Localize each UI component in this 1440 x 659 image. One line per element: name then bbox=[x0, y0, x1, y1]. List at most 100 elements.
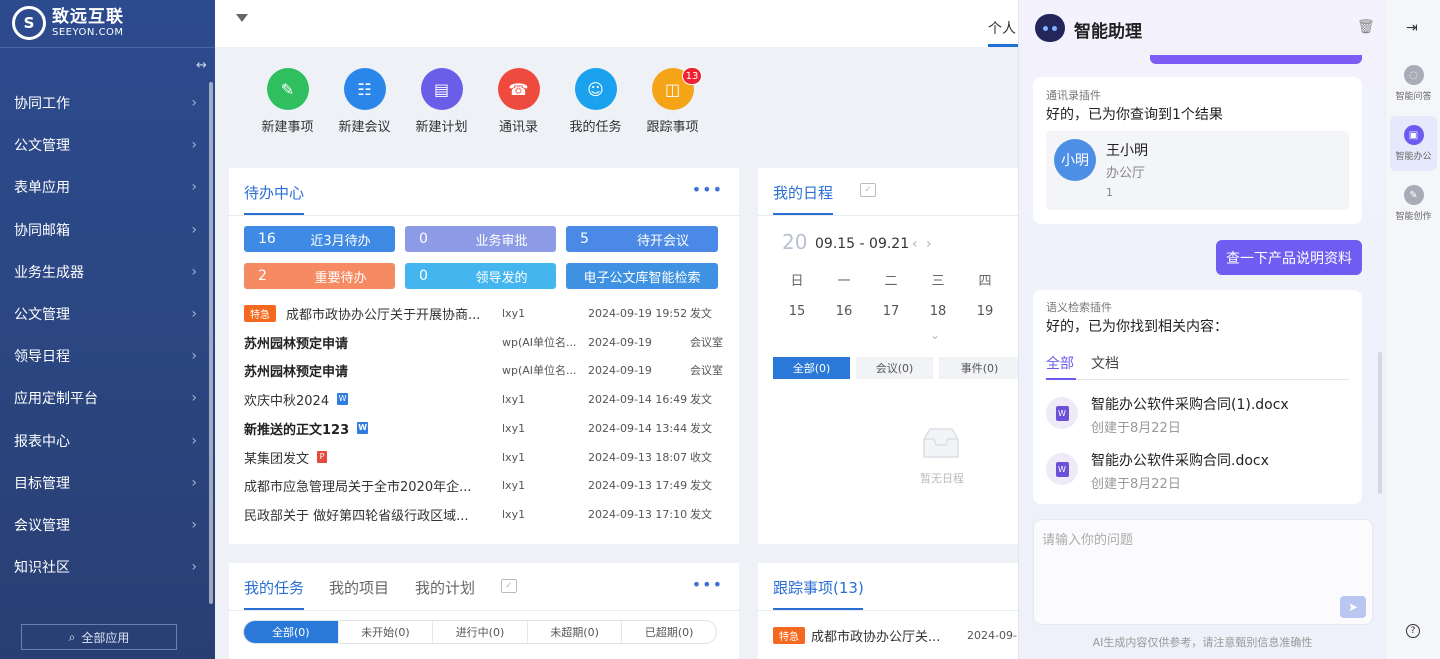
sidebar-item-forms[interactable]: 表单应用 › bbox=[0, 166, 215, 208]
mail-icon[interactable]: ✓ bbox=[860, 183, 876, 197]
document-name[interactable]: 智能办公软件采购合同(1).docx bbox=[1091, 394, 1289, 414]
row-user: lxy1 bbox=[502, 306, 526, 320]
previous-user-message bbox=[1150, 55, 1362, 64]
all-apps-button[interactable]: ⌕ 全部应用 bbox=[21, 624, 177, 650]
schedule-title[interactable]: 我的日程 bbox=[773, 182, 833, 203]
mail-icon[interactable]: ✓ bbox=[501, 579, 517, 593]
calendar-date[interactable]: 17 bbox=[876, 304, 906, 319]
quick-action-new-item[interactable]: ✎ 新建事项 bbox=[249, 68, 326, 135]
segment-not-overdue[interactable]: 未超期(0) bbox=[528, 621, 623, 643]
quick-action-contacts[interactable]: ☎ 通讯录 bbox=[480, 68, 557, 135]
tab-my-projects[interactable]: 我的项目 bbox=[329, 577, 389, 598]
sidebar-item-reports[interactable]: 报表中心 › bbox=[0, 420, 215, 462]
quick-action-label: 新建计划 bbox=[415, 120, 468, 135]
send-button[interactable]: ➤ bbox=[1340, 596, 1366, 618]
dropdown-caret-icon[interactable] bbox=[236, 14, 248, 22]
assistant-rail: ⇥ ◌ 智能问答 ▣ 智能办公 ✎ 智能创作 ? bbox=[1385, 0, 1440, 659]
tab-all[interactable]: 全部 bbox=[1046, 353, 1074, 373]
pill-label: 待开会议 bbox=[636, 233, 689, 249]
tracking-title[interactable]: 跟踪事项(13) bbox=[773, 577, 864, 598]
trash-icon[interactable]: 🗑 bbox=[1357, 19, 1375, 35]
document-name[interactable]: 智能办公软件采购合同.docx bbox=[1091, 450, 1269, 470]
table-row[interactable]: 某集团发文 P lxy1 2024-09-13 18:07 收文 bbox=[244, 443, 724, 472]
row-title: 新推送的正文123 bbox=[244, 422, 350, 438]
chevron-right-icon: › bbox=[191, 474, 197, 491]
rail-item-office[interactable]: ▣ 智能办公 bbox=[1390, 116, 1437, 171]
assistant-scrollbar[interactable] bbox=[1378, 352, 1382, 494]
rail-item-creation[interactable]: ✎ 智能创作 bbox=[1390, 176, 1437, 231]
pill-pending-meetings[interactable]: 5 待开会议 bbox=[566, 226, 718, 252]
schedule-tab-all[interactable]: 全部(0) bbox=[773, 357, 850, 379]
quick-action-new-meeting[interactable]: ☷ 新建会议 bbox=[326, 68, 403, 135]
table-row[interactable]: 新推送的正文123 W lxy1 2024-09-14 13:44 发文 bbox=[244, 414, 724, 443]
tab-personal[interactable]: 个人 bbox=[988, 18, 1016, 38]
quick-action-my-tasks[interactable]: ☺ 我的任务 bbox=[557, 68, 634, 135]
document-date: 创建于8月22日 bbox=[1091, 477, 1181, 492]
sidebar-item-label: 领导日程 bbox=[14, 349, 70, 366]
table-row[interactable]: 苏州园林预定申请 wp(AI单位名... 2024-09-19 会议室 bbox=[244, 328, 724, 357]
sidebar-item-label: 知识社区 bbox=[14, 560, 70, 577]
sidebar-item-document[interactable]: 公文管理 › bbox=[0, 124, 215, 166]
pill-count: 5 bbox=[580, 231, 589, 247]
schedule-tab-meetings[interactable]: 会议(0) bbox=[856, 357, 933, 379]
pdf-file-icon: P bbox=[317, 451, 328, 464]
empty-inbox-icon bbox=[923, 428, 959, 458]
quick-action-tracking[interactable]: ◫ 13 跟踪事项 bbox=[634, 67, 711, 135]
sidebar-item-leader-schedule[interactable]: 领导日程 › bbox=[0, 335, 215, 377]
sidebar-item-mail[interactable]: 协同邮箱 › bbox=[0, 209, 215, 251]
tab-documents[interactable]: 文档 bbox=[1091, 353, 1119, 373]
weekday-label: 四 bbox=[978, 274, 992, 289]
pill-from-leaders[interactable]: 0 领导发的 bbox=[405, 263, 556, 289]
collapse-panel-icon[interactable]: ⇥ bbox=[1406, 20, 1418, 36]
segment-in-progress[interactable]: 进行中(0) bbox=[433, 621, 528, 643]
pill-smart-search[interactable]: 电子公文库智能检索 bbox=[566, 263, 718, 289]
calendar-date[interactable]: 15 bbox=[782, 304, 812, 319]
sidebar-item-label: 协同邮箱 bbox=[14, 222, 70, 239]
schedule-tab-events[interactable]: 事件(0) bbox=[939, 357, 1020, 379]
sidebar-item-app-platform[interactable]: 应用定制平台 › bbox=[0, 377, 215, 419]
table-row[interactable]: 欢庆中秋2024 W lxy1 2024-09-14 16:49 发文 bbox=[244, 385, 724, 414]
quick-action-new-plan[interactable]: ▤ 新建计划 bbox=[403, 68, 480, 135]
more-icon[interactable]: ••• bbox=[692, 180, 723, 199]
tab-my-plans[interactable]: 我的计划 bbox=[415, 577, 475, 598]
chevron-right-icon: › bbox=[191, 95, 197, 112]
collapse-sidebar-icon[interactable]: ↔ bbox=[196, 58, 207, 73]
todo-title[interactable]: 待办中心 bbox=[244, 182, 304, 203]
next-week-icon[interactable]: › bbox=[926, 236, 932, 252]
row-type: 发文 bbox=[690, 508, 712, 522]
sidebar-item-goals[interactable]: 目标管理 › bbox=[0, 462, 215, 504]
contact-item[interactable]: 小明 王小明 办公厅 1 bbox=[1046, 131, 1349, 210]
logo[interactable]: S 致远互联 SEEYON.COM bbox=[12, 6, 124, 40]
weekday-label: 日 bbox=[790, 274, 804, 289]
todo-panel: 待办中心 ••• 16 近3月待办 0 业务审批 5 待开会议 2 重要待办 0 领导发的… bbox=[229, 168, 739, 544]
table-row[interactable]: 特急 成都市政协办公厅关于开展协商... lxy1 2024-09-19 19:5… bbox=[244, 299, 724, 328]
help-icon[interactable]: ? bbox=[1406, 624, 1420, 638]
pill-recent-todo[interactable]: 16 近3月待办 bbox=[244, 226, 395, 252]
segment-all[interactable]: 全部(0) bbox=[244, 621, 339, 643]
pill-important-todo[interactable]: 2 重要待办 bbox=[244, 263, 395, 289]
sidebar-item-document-2[interactable]: 公文管理 › bbox=[0, 293, 215, 335]
more-icon[interactable]: ••• bbox=[692, 575, 723, 594]
tab-my-tasks[interactable]: 我的任务 bbox=[244, 577, 304, 598]
pill-business-approval[interactable]: 0 业务审批 bbox=[405, 226, 556, 252]
rail-item-qa[interactable]: ◌ 智能问答 bbox=[1390, 56, 1437, 111]
question-input[interactable]: 请输入你的问题 ➤ bbox=[1033, 519, 1373, 625]
segment-overdue[interactable]: 已超期(0) bbox=[622, 621, 716, 643]
calendar-date[interactable]: 16 bbox=[829, 304, 859, 319]
sidebar-item-collaboration[interactable]: 协同工作 › bbox=[0, 82, 215, 124]
prev-week-icon[interactable]: ‹ bbox=[912, 236, 918, 252]
table-row[interactable]: 民政部关于 做好第四轮省级行政区域... lxy1 2024-09-13 17:… bbox=[244, 500, 724, 529]
sidebar-item-generator[interactable]: 业务生成器 › bbox=[0, 251, 215, 293]
segment-not-started[interactable]: 未开始(0) bbox=[339, 621, 434, 643]
sidebar-scrollbar[interactable] bbox=[209, 82, 213, 604]
sidebar-item-meetings[interactable]: 会议管理 › bbox=[0, 504, 215, 546]
table-row[interactable]: 成都市应急管理局关于全市2020年企... lxy1 2024-09-13 17… bbox=[244, 471, 724, 500]
table-row[interactable]: 特急 成都市政协办公厅关... 2024-09- bbox=[773, 626, 1017, 645]
tab-active-indicator bbox=[773, 213, 833, 215]
sidebar-item-knowledge[interactable]: 知识社区 › bbox=[0, 546, 215, 588]
expand-chevron-icon[interactable]: ⌄ bbox=[930, 328, 940, 342]
calendar-date[interactable]: 19 bbox=[970, 304, 1000, 319]
table-row[interactable]: 苏州园林预定申请 wp(AI单位名... 2024-09-19 会议室 bbox=[244, 356, 724, 385]
row-user: lxy1 bbox=[502, 478, 526, 492]
calendar-date[interactable]: 18 bbox=[923, 304, 953, 319]
